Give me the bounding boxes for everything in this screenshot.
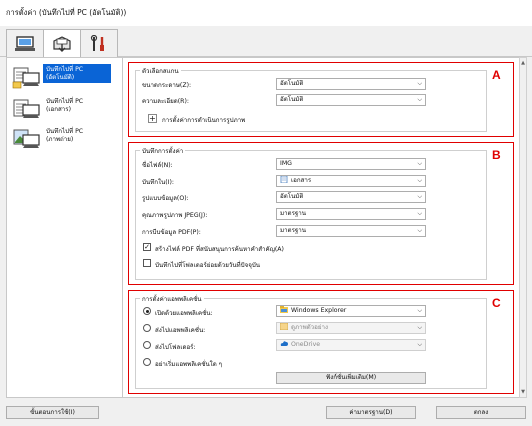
- tab-scan-from-computer[interactable]: [6, 29, 44, 57]
- document-scan-icon: [11, 96, 43, 122]
- group-title: บันทึกการตั้งค่า: [140, 146, 186, 156]
- chevron-down-icon: ⌵: [417, 80, 422, 87]
- vertical-scrollbar[interactable]: ▲ ▼: [519, 57, 527, 398]
- chevron-down-icon: ⌵: [417, 96, 422, 103]
- pdf-compression-label: การบีบข้อมูล PDF(P):: [142, 229, 201, 236]
- scan-from-operation-panel-icon: [53, 36, 71, 52]
- chevron-down-icon: ⌵: [417, 177, 422, 184]
- open-with-app-radio[interactable]: [143, 307, 151, 315]
- send-to-app-label: ส่งไปแอพพลิเคชั่น:: [155, 327, 206, 334]
- chevron-down-icon: ⌵: [417, 227, 422, 234]
- subfolder-checkbox[interactable]: [143, 259, 151, 267]
- paper-size-label: ขนาดกระดาษ(Z):: [142, 82, 192, 89]
- section-letter-c: C: [492, 296, 501, 310]
- defaults-button[interactable]: ค่ามาตรฐาน(D): [326, 406, 416, 419]
- keyword-pdf-checkbox[interactable]: ✓: [143, 243, 151, 251]
- group-title: การตั้งค่าแอพพลิเคชั่น: [140, 294, 204, 304]
- group-title: ตัวเลือกสแกน: [140, 66, 181, 76]
- auto-scan-icon: [11, 64, 43, 90]
- save-in-dropdown[interactable]: เอกสาร ⌵: [276, 175, 426, 187]
- chevron-down-icon: ⌵: [417, 324, 422, 331]
- keyword-pdf-label: สร้างไฟล์ PDF ที่สนับสนุนการค้นหาคำสำคัญ…: [155, 246, 284, 253]
- send-to-folder-radio[interactable]: [143, 341, 151, 349]
- file-name-input[interactable]: IMG ⌵: [276, 158, 426, 170]
- windows-explorer-icon: [280, 306, 288, 313]
- section-scan-options: A ตัวเลือกสแกน ขนาดกระดาษ(Z): อัตโนมัติ ⌵…: [128, 62, 514, 137]
- file-name-label: ชื่อไฟล์(N):: [142, 162, 173, 169]
- top-tab-bar: [0, 26, 532, 58]
- sidebar-item-label: บันทึกไปที่ PC (ภาพถ่าย): [46, 128, 84, 143]
- subfolder-label: บันทึกไปที่โฟลเดอร์ย่อยด้วยวันที่ปัจจุบั…: [155, 262, 260, 269]
- sidebar-item-label: บันทึกไปที่ PC (เอกสาร): [46, 98, 84, 113]
- scroll-up-icon[interactable]: ▲: [520, 60, 526, 66]
- preview-app-icon: [279, 322, 289, 331]
- send-to-folder-dropdown[interactable]: OneDrive ⌵: [276, 339, 426, 351]
- document-folder-icon: [280, 175, 288, 184]
- section-save-settings: B บันทึกการตั้งค่า ชื่อไฟล์(N): IMG ⌵ บัน…: [128, 142, 514, 285]
- open-with-app-dropdown[interactable]: Windows Explorer ⌵: [276, 305, 426, 317]
- image-processing-label: การตั้งค่าการดำเนินการรูปภาพ: [162, 117, 246, 124]
- section-letter-a: A: [492, 68, 501, 82]
- sidebar-item-document[interactable]: บันทึกไปที่ PC (เอกสาร): [11, 96, 119, 124]
- photo-scan-icon: [11, 126, 43, 152]
- jpeg-quality-label: คุณภาพรูปภาพ JPEG(J):: [142, 212, 208, 219]
- resolution-dropdown[interactable]: อัตโนมัติ ⌵: [276, 94, 426, 106]
- scan-from-computer-icon: [15, 35, 35, 51]
- tab-scan-from-operation-panel[interactable]: [43, 29, 81, 58]
- tab-general-settings[interactable]: [80, 29, 118, 57]
- chevron-down-icon: ⌵: [417, 341, 422, 348]
- sidebar-item-auto[interactable]: บันทึกไปที่ PC (อัตโนมัติ): [11, 64, 119, 92]
- window-title: การตั้งค่า (บันทึกไปที่ PC (อัตโนมัติ)): [6, 8, 127, 17]
- application-settings-group: การตั้งค่าแอพพลิเคชั่น เปิดด้วยแอพพลิเคช…: [135, 294, 487, 389]
- jpeg-quality-dropdown[interactable]: มาตรฐาน ⌵: [276, 208, 426, 220]
- chevron-down-icon: ⌵: [417, 210, 422, 217]
- expand-plus-icon[interactable]: +: [148, 114, 157, 123]
- data-format-dropdown[interactable]: อัตโนมัติ ⌵: [276, 191, 426, 203]
- save-in-label: บันทึกใน(I):: [142, 179, 174, 186]
- save-settings-group: บันทึกการตั้งค่า ชื่อไฟล์(N): IMG ⌵ บันทึ…: [135, 146, 487, 280]
- scan-options-group: ตัวเลือกสแกน ขนาดกระดาษ(Z): อัตโนมัติ ⌵ ค…: [135, 66, 487, 132]
- paper-size-dropdown[interactable]: อัตโนมัติ ⌵: [276, 78, 426, 90]
- send-to-app-dropdown[interactable]: ดูภาพตัวอย่าง ⌵: [276, 322, 426, 334]
- title-bar: การตั้งค่า (บันทึกไปที่ PC (อัตโนมัติ)): [0, 0, 532, 26]
- data-format-label: รูปแบบข้อมูล(O):: [142, 195, 189, 202]
- ok-button[interactable]: ตกลง: [436, 406, 526, 419]
- onedrive-icon: [280, 340, 288, 347]
- chevron-down-icon: ⌵: [417, 160, 422, 167]
- no-app-radio[interactable]: [143, 358, 151, 366]
- open-with-app-label: เปิดด้วยแอพพลิเคชั่น:: [155, 310, 213, 317]
- send-to-app-radio[interactable]: [143, 324, 151, 332]
- sidebar-item-photo[interactable]: บันทึกไปที่ PC (ภาพถ่าย): [11, 126, 119, 154]
- settings-panel: A ตัวเลือกสแกน ขนาดกระดาษ(Z): อัตโนมัติ ⌵…: [123, 57, 519, 398]
- chevron-down-icon: ⌵: [417, 307, 422, 314]
- section-letter-b: B: [492, 148, 501, 162]
- more-functions-button[interactable]: ฟังก์ชั่นเพิ่มเติม(M): [276, 372, 426, 384]
- sidebar: บันทึกไปที่ PC (อัตโนมัติ) บันทึกไปที่ P…: [6, 57, 123, 398]
- send-to-folder-label: ส่งไปโฟลเดอร์:: [155, 344, 196, 351]
- instructions-button[interactable]: ขั้นตอนการใช้(I): [6, 406, 99, 419]
- scroll-down-icon[interactable]: ▼: [520, 389, 526, 395]
- section-application-settings: C การตั้งค่าแอพพลิเคชั่น เปิดด้วยแอพพลิเ…: [128, 290, 514, 394]
- sidebar-item-label: บันทึกไปที่ PC (อัตโนมัติ): [43, 64, 111, 83]
- pdf-compression-dropdown[interactable]: มาตรฐาน ⌵: [276, 225, 426, 237]
- no-app-label: อย่าเริ่มแอพพลิเคชั่นใด ๆ: [155, 361, 222, 368]
- resolution-label: ความละเอียด(R):: [142, 98, 189, 105]
- chevron-down-icon: ⌵: [417, 193, 422, 200]
- general-settings-icon: [90, 34, 104, 51]
